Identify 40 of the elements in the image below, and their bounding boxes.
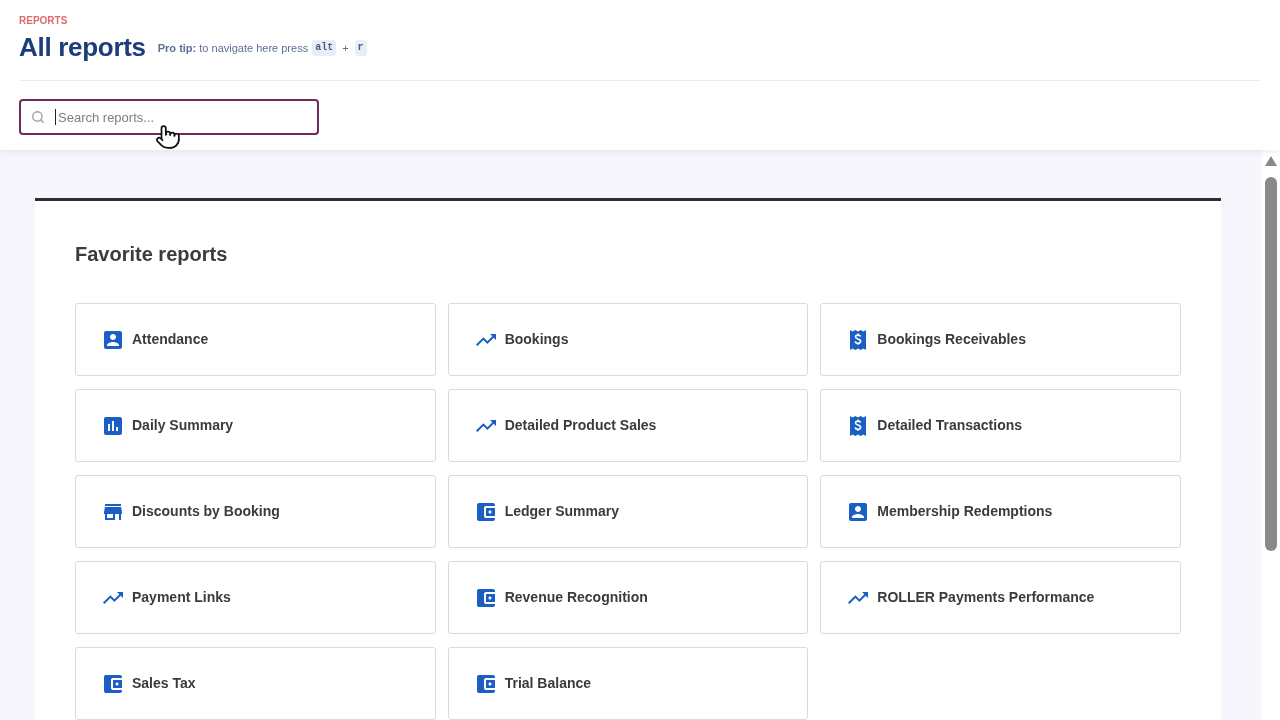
- report-tile[interactable]: Detailed Product Sales: [447, 389, 809, 462]
- report-tile[interactable]: Discounts by Booking: [75, 475, 436, 548]
- trending-up-icon: [848, 591, 869, 604]
- report-tile[interactable]: Sales Tax: [75, 647, 436, 720]
- storefront-icon: [104, 503, 122, 520]
- report-tile[interactable]: Detailed Transactions: [820, 389, 1181, 462]
- scroll-up-arrow-icon[interactable]: [1265, 156, 1277, 166]
- keyboard-key: r: [354, 40, 367, 56]
- section-title: Favorite reports: [75, 242, 228, 267]
- page-title: All reports: [19, 31, 146, 64]
- report-tile[interactable]: Ledger Summary: [447, 475, 809, 548]
- text-caret-icon: [55, 109, 56, 125]
- bar-chart-icon: [104, 416, 122, 435]
- report-tile[interactable]: Membership Redemptions: [820, 475, 1181, 548]
- wallet-icon: [104, 674, 122, 693]
- report-tile[interactable]: Revenue Recognition: [447, 561, 809, 634]
- report-tile[interactable]: Payment Links: [75, 561, 436, 634]
- trending-up-icon: [103, 591, 123, 604]
- report-tile[interactable]: Bookings Receivables: [820, 303, 1181, 376]
- wallet-icon: [476, 588, 495, 607]
- trending-up-icon: [475, 419, 496, 432]
- search-icon: [31, 110, 45, 124]
- report-tile[interactable]: Daily Summary: [75, 389, 436, 462]
- report-tile[interactable]: Attendance: [75, 303, 436, 376]
- pro-tip-text: Pro tip: to navigate here press: [157, 40, 309, 56]
- report-tile[interactable]: ROLLER Payments Performance: [820, 561, 1181, 634]
- breadcrumb: REPORTS: [19, 14, 68, 28]
- wallet-icon: [476, 674, 495, 693]
- dollar-receipt-icon: [850, 329, 867, 350]
- scrollbar-thumb[interactable]: [1265, 177, 1277, 551]
- search-field[interactable]: Search reports...: [19, 99, 319, 135]
- report-tile[interactable]: Trial Balance: [447, 647, 809, 720]
- person-card-icon: [104, 330, 122, 349]
- plus-sign: +: [341, 40, 350, 56]
- keyboard-key: alt: [312, 40, 337, 56]
- trending-up-icon: [475, 333, 496, 346]
- report-tile[interactable]: Bookings: [447, 303, 809, 376]
- wallet-icon: [476, 502, 495, 521]
- dollar-receipt-icon: [850, 415, 867, 436]
- person-card-icon: [849, 502, 868, 521]
